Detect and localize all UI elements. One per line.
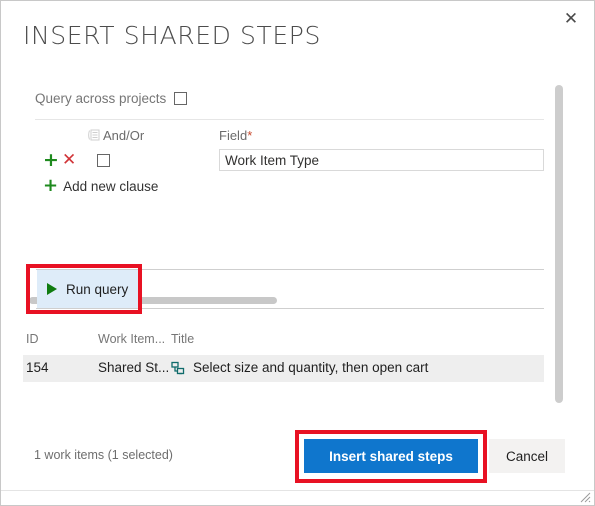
query-across-projects-row: Query across projects xyxy=(35,91,188,106)
group-clauses-icon xyxy=(87,129,100,142)
shared-steps-icon xyxy=(171,360,187,379)
cell-id: 154 xyxy=(26,360,49,375)
add-new-clause-label: Add new clause xyxy=(63,178,159,194)
cell-title: Select size and quantity, then open cart xyxy=(193,360,429,375)
column-header-andor: And/Or xyxy=(103,128,145,143)
toolbar-divider-bottom xyxy=(36,308,544,309)
column-header-work-item-type[interactable]: Work Item... xyxy=(98,332,165,346)
required-marker: * xyxy=(247,128,253,143)
column-header-id[interactable]: ID xyxy=(26,332,39,346)
divider-under-across-projects xyxy=(35,119,544,120)
column-header-field-label: Field xyxy=(219,128,248,143)
play-icon xyxy=(47,283,57,295)
work-item-count-status: 1 work items (1 selected) xyxy=(34,448,173,462)
results-grid-header: ID Work Item... Title xyxy=(1,329,544,351)
plus-icon: + xyxy=(43,175,59,196)
delete-clause-row-icon[interactable]: ✕ xyxy=(62,151,76,169)
add-new-clause-button[interactable]: + Add new clause xyxy=(43,175,159,196)
query-across-projects-checkbox[interactable] xyxy=(174,92,188,105)
results-grid: ID Work Item... Title 154 Shared St... S… xyxy=(1,329,594,399)
cancel-button[interactable]: Cancel xyxy=(489,439,565,473)
run-query-button[interactable]: Run query xyxy=(37,270,143,308)
dialog-title: INSERT SHARED STEPS xyxy=(23,21,321,50)
clause-group-checkbox[interactable] xyxy=(97,154,110,167)
query-clause-row: + ✕ xyxy=(1,149,594,179)
cell-work-item-type: Shared St... xyxy=(98,360,170,375)
column-header-field: Field* xyxy=(219,128,252,143)
vertical-scrollbar[interactable] xyxy=(555,85,563,403)
vertical-scrollbar-thumb[interactable] xyxy=(555,85,563,403)
query-toolbar: Run query xyxy=(1,269,594,309)
insert-shared-steps-button[interactable]: Insert shared steps xyxy=(304,439,478,473)
add-clause-row-icon[interactable]: + xyxy=(43,151,59,170)
resize-grip-icon[interactable] xyxy=(579,490,591,503)
column-header-title[interactable]: Title xyxy=(171,332,194,346)
close-icon[interactable]: ✕ xyxy=(556,5,586,33)
insert-shared-steps-dialog: ✕ INSERT SHARED STEPS Query across proje… xyxy=(0,0,595,506)
footer-divider xyxy=(1,490,594,491)
query-across-projects-label: Query across projects xyxy=(35,91,167,106)
table-row[interactable]: 154 Shared St... Select size and quantit… xyxy=(23,355,544,382)
clause-field-input[interactable] xyxy=(219,149,544,171)
run-query-label: Run query xyxy=(66,281,129,297)
